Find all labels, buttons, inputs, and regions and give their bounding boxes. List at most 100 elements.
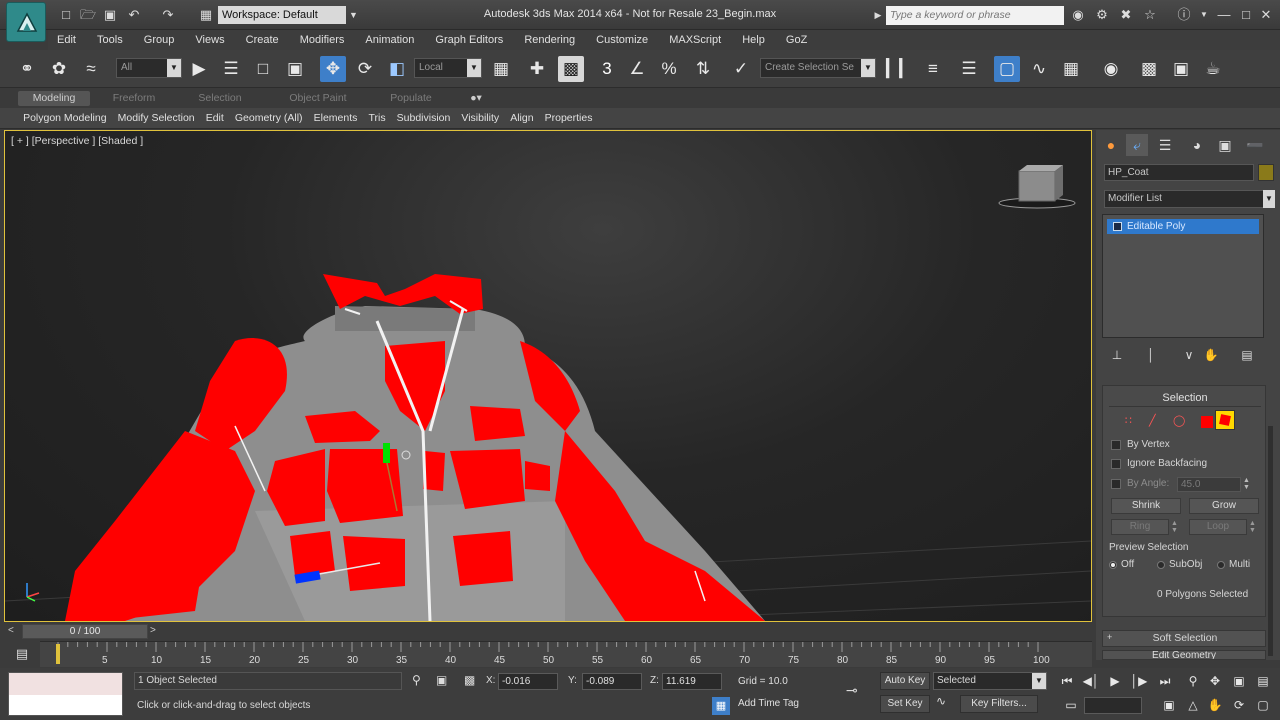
binoculars-icon[interactable]: ◉	[1070, 7, 1086, 23]
menu-edit[interactable]: Edit	[48, 30, 85, 50]
material-editor-icon[interactable]: ◉	[1098, 56, 1124, 82]
orbit-icon[interactable]: ⟳	[1230, 696, 1248, 714]
mirror-icon[interactable]: ▎▎	[886, 56, 912, 82]
select-and-manipulate-icon[interactable]: ✚	[524, 56, 550, 82]
curve-editor-icon[interactable]: ∿	[1026, 56, 1052, 82]
utilities-tab-icon[interactable]: ➖	[1244, 134, 1266, 156]
zoom-extents-icon[interactable]: ▣	[1230, 672, 1248, 690]
ring-spinner-icon[interactable]: ▲ ▼	[1171, 520, 1181, 534]
preview-multi-radio[interactable]	[1217, 561, 1225, 569]
perspective-viewport[interactable]: [ + ] [Perspective ] [Shaded ]	[4, 130, 1092, 622]
panel-modify-selection[interactable]: Modify Selection	[114, 108, 199, 128]
edit-named-selection-icon[interactable]: ✓	[728, 56, 754, 82]
time-slider-next-icon[interactable]: >	[150, 625, 156, 636]
create-tab-icon[interactable]: ●	[1100, 134, 1122, 156]
go-to-end-icon[interactable]: ⏭	[1156, 672, 1174, 690]
angle-snap-icon[interactable]: ∠	[624, 56, 650, 82]
select-and-link-icon[interactable]: ⚭	[14, 56, 40, 82]
close-icon[interactable]: ✕	[1258, 7, 1274, 23]
percent-snap-icon[interactable]: %	[656, 56, 682, 82]
key-mode-toggle-icon[interactable]: ▭	[1062, 696, 1080, 714]
window-crossing-icon[interactable]: ▣	[282, 56, 308, 82]
panel-tris[interactable]: Tris	[364, 108, 389, 128]
panel-align[interactable]: Align	[506, 108, 537, 128]
edge-level-icon[interactable]: ╱	[1149, 414, 1165, 428]
menu-graph-editors[interactable]: Graph Editors	[426, 30, 512, 50]
time-slider-track[interactable]: < 0 / 100 >	[4, 623, 1092, 641]
hierarchy-tab-icon[interactable]: ☰	[1154, 134, 1176, 156]
tab-modeling[interactable]: Modeling	[18, 91, 90, 106]
selection-rollout-title[interactable]: Selection	[1103, 390, 1267, 406]
panel-elements[interactable]: Elements	[310, 108, 362, 128]
pan-view-icon[interactable]: ✋	[1206, 696, 1224, 714]
by-angle-checkbox[interactable]	[1111, 479, 1121, 489]
new-file-icon[interactable]: □	[58, 7, 74, 23]
select-object-icon[interactable]: ▶	[186, 56, 212, 82]
save-file-icon[interactable]: ▣	[102, 7, 118, 23]
add-time-tag[interactable]: Add Time Tag	[738, 698, 799, 709]
time-tag-icon[interactable]: ▦	[712, 697, 730, 715]
maxscript-listener-mini[interactable]	[8, 672, 123, 716]
reference-coordinate-dropdown[interactable]: Local ▼	[414, 58, 482, 78]
go-to-start-icon[interactable]: ⏮	[1058, 672, 1076, 690]
object-name-field[interactable]: HP_Coat	[1104, 164, 1254, 181]
default-in-out-tangents-icon[interactable]: ∿	[936, 694, 958, 714]
favorites-star-icon[interactable]: ☆	[1142, 7, 1158, 23]
absolute-mode-icon[interactable]: ▩	[464, 673, 478, 689]
open-file-icon[interactable]: 🗁	[80, 7, 96, 23]
border-level-icon[interactable]: ◯	[1173, 414, 1189, 428]
application-button[interactable]	[6, 2, 46, 42]
menu-goz[interactable]: GoZ	[777, 30, 816, 50]
snaps-toggle-icon[interactable]: 3	[594, 56, 620, 82]
tab-selection[interactable]: Selection	[182, 91, 258, 106]
by-vertex-checkbox[interactable]	[1111, 440, 1121, 450]
panel-subdivision[interactable]: Subdivision	[393, 108, 455, 128]
z-coordinate-field[interactable]: 11.619	[662, 673, 722, 690]
mini-curve-editor-icon[interactable]: ▤	[8, 643, 36, 665]
preview-off-radio[interactable]	[1109, 561, 1117, 569]
select-and-rotate-icon[interactable]: ⟳	[352, 56, 378, 82]
key-filters-button[interactable]: Key Filters...	[960, 695, 1038, 713]
ring-button[interactable]: Ring	[1111, 519, 1169, 535]
viewcube[interactable]	[998, 165, 1076, 209]
make-unique-icon[interactable]: ∨	[1180, 346, 1198, 364]
rendered-frame-icon[interactable]: ▣	[1168, 56, 1194, 82]
lock-selection-icon[interactable]: ▣	[436, 673, 450, 689]
soft-selection-rollout[interactable]: + Soft Selection	[1102, 630, 1266, 647]
menu-create[interactable]: Create	[237, 30, 288, 50]
x-coordinate-field[interactable]: -0.016	[498, 673, 558, 690]
vertex-level-icon[interactable]: ∷	[1125, 414, 1141, 428]
current-frame-field[interactable]	[1084, 697, 1142, 714]
display-tab-icon[interactable]: ▣	[1214, 134, 1236, 156]
panel-geometry-all[interactable]: Geometry (All)	[231, 108, 307, 128]
edit-geometry-rollout[interactable]: Edit Geometry	[1102, 650, 1266, 660]
remove-modifier-icon[interactable]: ✋	[1202, 346, 1220, 364]
panel-edit[interactable]: Edit	[202, 108, 228, 128]
align-icon[interactable]: ≡	[920, 56, 946, 82]
panel-polygon-modeling[interactable]: Polygon Modeling	[19, 108, 110, 128]
select-and-move-icon[interactable]: ✥	[320, 56, 346, 82]
select-and-scale-icon[interactable]: ◧	[384, 56, 410, 82]
maximize-icon[interactable]: □	[1238, 7, 1254, 23]
isolate-selection-icon[interactable]: ⚲	[412, 673, 426, 689]
set-key-mode-icon[interactable]: ⊸	[846, 683, 872, 697]
panel-scrollbar[interactable]	[1268, 426, 1273, 656]
tab-object-paint[interactable]: Object Paint	[276, 91, 360, 106]
undo-icon[interactable]: ↶	[126, 7, 142, 23]
pin-stack-icon[interactable]: ⊥	[1108, 346, 1126, 364]
tab-freeform[interactable]: Freeform	[96, 91, 172, 106]
stack-item-editable-poly[interactable]: Editable Poly	[1107, 219, 1259, 234]
project-folder-icon[interactable]: ▦	[198, 7, 214, 23]
help-dropdown-icon[interactable]: ▼	[1196, 7, 1212, 23]
element-level-icon[interactable]	[1215, 410, 1235, 430]
named-selection-dropdown[interactable]: Create Selection Se ▼	[760, 58, 876, 78]
preview-subobj-radio[interactable]	[1157, 561, 1165, 569]
workspace-dropdown[interactable]: Workspace: Default	[218, 6, 346, 24]
motion-tab-icon[interactable]: ◕	[1186, 134, 1208, 156]
redo-icon[interactable]: ↷	[160, 7, 176, 23]
schematic-view-icon[interactable]: ▦	[1058, 56, 1084, 82]
time-slider-thumb[interactable]: 0 / 100	[22, 624, 148, 639]
next-frame-icon[interactable]: │▶	[1130, 672, 1148, 690]
bind-space-warp-icon[interactable]: ≈	[78, 56, 104, 82]
play-icon[interactable]: ▶	[1106, 672, 1124, 690]
